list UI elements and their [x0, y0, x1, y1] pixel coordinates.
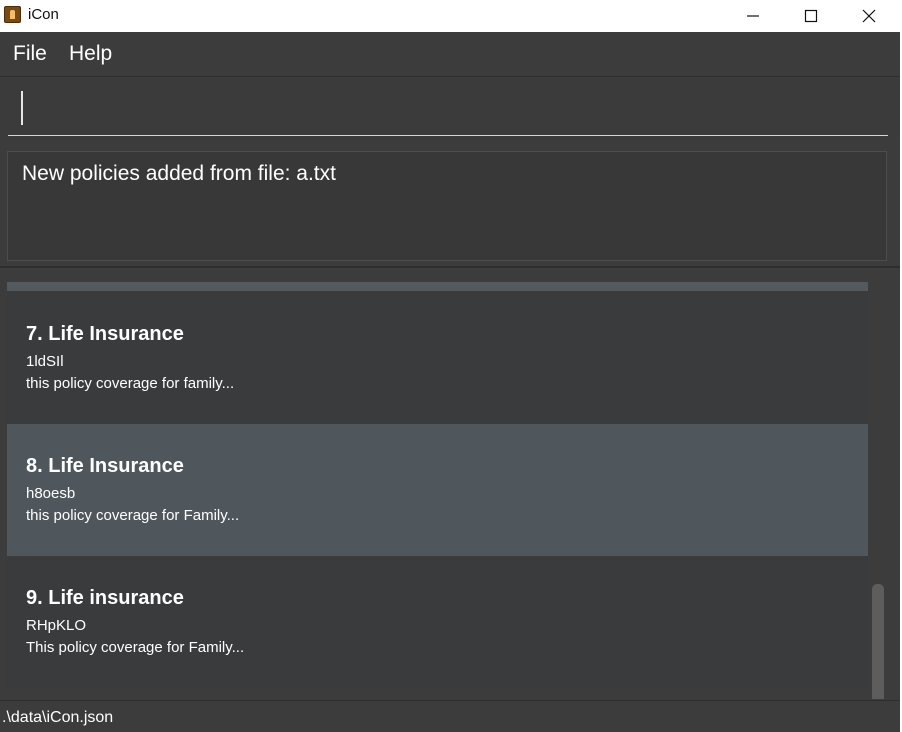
title-bar: iCon	[0, 0, 902, 32]
policy-card-9[interactable]: 9. Life insurance RHpKLO This policy cov…	[7, 556, 868, 688]
menu-file[interactable]: File	[13, 42, 47, 66]
command-box	[0, 78, 900, 142]
previous-card-edge	[7, 282, 868, 291]
menu-help[interactable]: Help	[69, 42, 112, 66]
app-window: File Help New policies added from file: …	[0, 32, 900, 732]
menu-bar: File Help	[0, 32, 900, 77]
policy-title: 9. Life insurance	[26, 587, 184, 609]
policy-code: 1ldSIl	[26, 353, 64, 370]
result-display: New policies added from file: a.txt	[7, 151, 887, 261]
status-bar: .\data\iCon.json	[0, 700, 900, 732]
policy-code: h8oesb	[26, 485, 76, 502]
text-caret	[21, 91, 23, 125]
result-message: New policies added from file: a.txt	[22, 162, 336, 185]
window-title: iCon	[28, 6, 59, 23]
policy-card-8[interactable]: 8. Life Insurance h8oesb this policy cov…	[7, 424, 868, 556]
scrollbar-thumb[interactable]	[872, 584, 884, 699]
close-button[interactable]	[840, 0, 898, 32]
close-icon	[862, 9, 876, 23]
minimize-button[interactable]	[724, 0, 782, 32]
policy-description: this policy coverage for Family...	[26, 507, 240, 524]
maximize-button[interactable]	[782, 0, 840, 32]
app-icon	[4, 6, 21, 23]
policy-code: RHpKLO	[26, 617, 87, 634]
policy-list[interactable]: 7. Life Insurance 1ldSIl this policy cov…	[0, 269, 900, 699]
maximize-icon	[804, 9, 818, 23]
policy-description: this policy coverage for family...	[26, 375, 235, 392]
divider	[0, 266, 900, 268]
policy-description: This policy coverage for Family...	[26, 639, 245, 656]
command-input[interactable]	[8, 88, 888, 136]
policy-title: 7. Life Insurance	[26, 323, 184, 345]
policy-card-7[interactable]: 7. Life Insurance 1ldSIl this policy cov…	[7, 292, 868, 424]
minimize-icon	[747, 15, 759, 17]
policy-title: 8. Life Insurance	[26, 455, 184, 477]
data-file-path: .\data\iCon.json	[2, 709, 114, 726]
